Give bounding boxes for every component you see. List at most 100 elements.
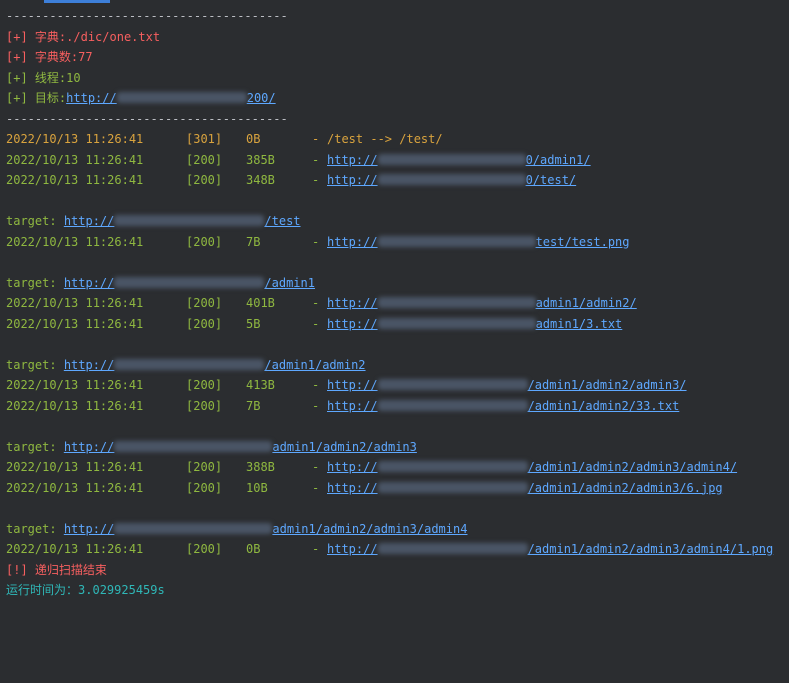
runtime-value: 3.029925459s xyxy=(78,583,165,597)
url-tail: /admin1 xyxy=(264,275,315,290)
result-status: [200] xyxy=(186,480,223,495)
result-status: [200] xyxy=(186,234,223,249)
result-url-link[interactable]: http:// /admin1/admin2/admin3/admin4/ xyxy=(327,457,737,478)
target-header-label: target: xyxy=(6,521,57,536)
active-tab-indicator[interactable] xyxy=(44,0,110,3)
target-header-link[interactable]: http:// /admin1 xyxy=(64,276,315,290)
result-timestamp: 2022/10/13 11:26:41 xyxy=(6,296,144,310)
dict-count-line: [+] 字典数:77 xyxy=(6,47,789,68)
console-output: --------------------------------------- … xyxy=(6,6,789,601)
url-tail: /admin1/admin2 xyxy=(264,357,366,372)
result-timestamp: 2022/10/13 11:26:41 xyxy=(6,152,144,167)
separator-text: --------------------------------------- xyxy=(6,9,288,23)
dict-value: ./dic/one.txt xyxy=(66,29,161,44)
redacted-host xyxy=(114,440,273,452)
result-url-link[interactable]: http:// 0/test/ xyxy=(327,170,576,191)
url-head: http:// xyxy=(327,542,378,556)
result-url-link[interactable]: http:// admin1/admin2/ xyxy=(327,293,637,314)
target-header-link[interactable]: http:// /admin1/admin2 xyxy=(64,358,366,372)
result-size: 401B xyxy=(246,296,275,310)
target-header-label: target: xyxy=(6,439,57,454)
result-size: 348B xyxy=(246,173,275,187)
redacted-host xyxy=(377,297,536,308)
target-header-label: target: xyxy=(6,275,57,290)
result-dash: - xyxy=(312,460,320,474)
target-url-head: http:// xyxy=(66,91,117,105)
result-dash: - xyxy=(312,542,320,556)
url-tail: /admin1/admin2/admin3/6.jpg xyxy=(527,480,723,495)
url-head: http:// xyxy=(327,173,378,187)
target-label: 目标: xyxy=(34,91,67,105)
result-row: 2022/10/13 11:26:41 [200] 413B - http://… xyxy=(6,375,789,396)
finish-line: [!] 递归扫描结束 xyxy=(6,560,789,581)
url-tail: test/test.png xyxy=(535,234,630,249)
url-tail: /test xyxy=(264,214,301,228)
result-status: [200] xyxy=(186,378,223,392)
result-size: 0B xyxy=(246,542,261,556)
result-dash: - xyxy=(312,398,320,413)
result-status: [301] xyxy=(186,132,223,146)
redacted-host xyxy=(116,92,247,103)
url-tail: /admin1/admin2/admin3/admin4/ xyxy=(527,460,738,474)
redacted-host xyxy=(377,174,526,185)
separator-line: --------------------------------------- xyxy=(6,6,789,27)
url-head: http:// xyxy=(63,275,115,290)
target-header: target: http:// /admin1 xyxy=(6,273,789,294)
result-timestamp: 2022/10/13 11:26:41 xyxy=(6,234,144,249)
url-tail: admin1/admin2/ xyxy=(535,296,637,310)
result-url-link[interactable]: http:// /admin1/admin2/33.txt xyxy=(327,396,679,417)
result-row: 2022/10/13 11:26:41 [200] 388B - http://… xyxy=(6,457,789,478)
result-size: 10B xyxy=(246,480,268,495)
result-size: 388B xyxy=(246,460,275,474)
target-header: target: http:// /admin1/admin2 xyxy=(6,355,789,376)
separator-text: --------------------------------------- xyxy=(6,111,288,126)
result-status: [200] xyxy=(186,542,223,556)
redacted-host xyxy=(114,276,265,288)
result-url-link[interactable]: http:// /admin1/admin2/admin3/ xyxy=(327,375,687,396)
url-head: http:// xyxy=(63,439,115,454)
url-tail: admin1/admin2/admin3/admin4 xyxy=(272,521,468,536)
target-header-link[interactable]: http:// admin1/admin2/admin3 xyxy=(64,440,417,454)
result-url-link[interactable]: http:// admin1/3.txt xyxy=(327,314,622,335)
threads-line: [+] 线程:10 xyxy=(6,68,789,89)
result-url-link[interactable]: http:// 0/admin1/ xyxy=(327,150,591,171)
url-head: http:// xyxy=(327,296,378,310)
url-tail: /admin1/admin2/33.txt xyxy=(527,398,680,413)
result-status: [200] xyxy=(186,460,223,474)
dict-count-value: 77 xyxy=(78,50,93,64)
redacted-host xyxy=(114,358,265,370)
url-tail: admin1/3.txt xyxy=(535,316,623,331)
result-timestamp: 2022/10/13 11:26:41 xyxy=(6,378,144,392)
result-url-link[interactable]: http:// /admin1/admin2/admin3/6.jpg xyxy=(327,478,723,499)
result-timestamp: 2022/10/13 11:26:41 xyxy=(6,480,144,495)
result-url-link[interactable]: http:// test/test.png xyxy=(327,232,630,253)
result-dash: - xyxy=(312,378,320,392)
result-dash: - xyxy=(312,152,320,167)
redacted-host xyxy=(377,153,526,165)
result-size: 413B xyxy=(246,378,275,392)
result-row: 2022/10/13 11:26:41 [200] 7B - http:// te… xyxy=(6,232,789,253)
result-timestamp: 2022/10/13 11:26:41 xyxy=(6,542,144,556)
result-row: 2022/10/13 11:26:41 [200] 401B - http://… xyxy=(6,293,789,314)
result-status: [200] xyxy=(186,152,223,167)
result-size: 385B xyxy=(246,152,275,167)
result-url-link[interactable]: http:// /admin1/admin2/admin3/admin4/1.pn… xyxy=(327,539,773,560)
target-prefix: [+] xyxy=(6,91,35,105)
result-dash: - xyxy=(312,296,320,310)
url-tail: admin1/admin2/admin3 xyxy=(272,439,417,454)
url-head: http:// xyxy=(327,480,378,495)
result-dash: - xyxy=(312,234,320,249)
target-header-link[interactable]: http:// /test xyxy=(64,214,301,228)
console-tab-bar xyxy=(0,0,789,4)
target-url-link[interactable]: http:// 200/ xyxy=(66,91,275,105)
target-header: target: http:// /test xyxy=(6,211,789,232)
redacted-host xyxy=(377,317,536,329)
dict-count-label: 字典数: xyxy=(34,50,79,64)
target-header-link[interactable]: http:// admin1/admin2/admin3/admin4 xyxy=(64,522,468,536)
result-row: 2022/10/13 11:26:41 [200] 7B - http:// /a… xyxy=(6,396,789,417)
result-size: 7B xyxy=(246,398,261,413)
url-head: http:// xyxy=(327,234,378,249)
